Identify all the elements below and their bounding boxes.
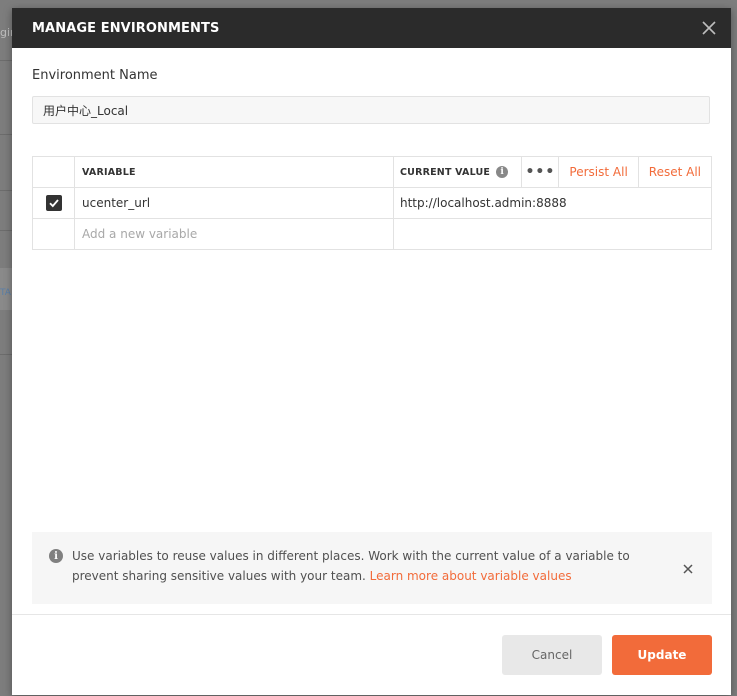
checkmark-icon — [48, 199, 59, 208]
environment-name-label: Environment Name — [32, 68, 158, 83]
cancel-button[interactable]: Cancel — [502, 635, 602, 675]
table-row: ucenter_url http://localhost.admin:8888 — [33, 188, 711, 219]
add-new-variable-input[interactable]: Add a new variable — [75, 219, 394, 249]
header-check-cell — [33, 157, 75, 187]
learn-more-link[interactable]: Learn more about variable values — [370, 569, 572, 583]
background-divider — [0, 230, 12, 231]
modal-title: MANAGE ENVIRONMENTS — [32, 20, 220, 36]
close-icon[interactable] — [699, 18, 719, 38]
more-options-button[interactable]: ••• — [521, 157, 560, 187]
variable-enabled-checkbox[interactable] — [45, 195, 62, 211]
manage-environments-modal: MANAGE ENVIRONMENTS Environment Name VAR… — [12, 8, 731, 695]
current-value-cell[interactable]: http://localhost.admin:8888 — [394, 188, 711, 218]
info-icon[interactable]: i — [496, 166, 509, 178]
background-divider — [0, 134, 12, 135]
update-button[interactable]: Update — [612, 635, 712, 675]
info-banner: i Use variables to reuse values in diffe… — [32, 532, 712, 604]
background-divider — [0, 354, 12, 355]
footer-divider — [12, 614, 731, 615]
background-divider — [0, 190, 12, 191]
header-actions: ••• Persist All Reset All — [521, 157, 711, 187]
environment-name-input[interactable] — [32, 96, 710, 124]
variable-name-cell[interactable]: ucenter_url — [75, 188, 394, 218]
current-value-column-header: CURRENT VALUE — [400, 166, 491, 178]
variables-table: VARIABLE CURRENT VALUE i ••• Persist All… — [32, 156, 712, 250]
new-current-value-input[interactable] — [394, 219, 711, 249]
close-banner-icon[interactable] — [682, 560, 694, 574]
row-check-cell — [33, 188, 75, 218]
info-icon: i — [49, 549, 63, 563]
table-header-row: VARIABLE CURRENT VALUE i ••• Persist All… — [33, 157, 711, 188]
new-row-check-cell — [33, 219, 75, 249]
persist-all-button[interactable]: Persist All — [559, 157, 637, 187]
new-variable-row: Add a new variable — [33, 219, 711, 249]
header-variable-cell: VARIABLE — [75, 157, 394, 187]
banner-text: Use variables to reuse values in differe… — [72, 546, 652, 586]
background-divider — [0, 60, 12, 61]
background-text-fragment: TA — [0, 288, 11, 298]
reset-all-button[interactable]: Reset All — [637, 157, 711, 187]
modal-header: MANAGE ENVIRONMENTS — [12, 8, 731, 48]
header-current-value-cell: CURRENT VALUE i ••• Persist All Reset Al… — [394, 157, 711, 187]
variable-column-header: VARIABLE — [82, 166, 136, 178]
